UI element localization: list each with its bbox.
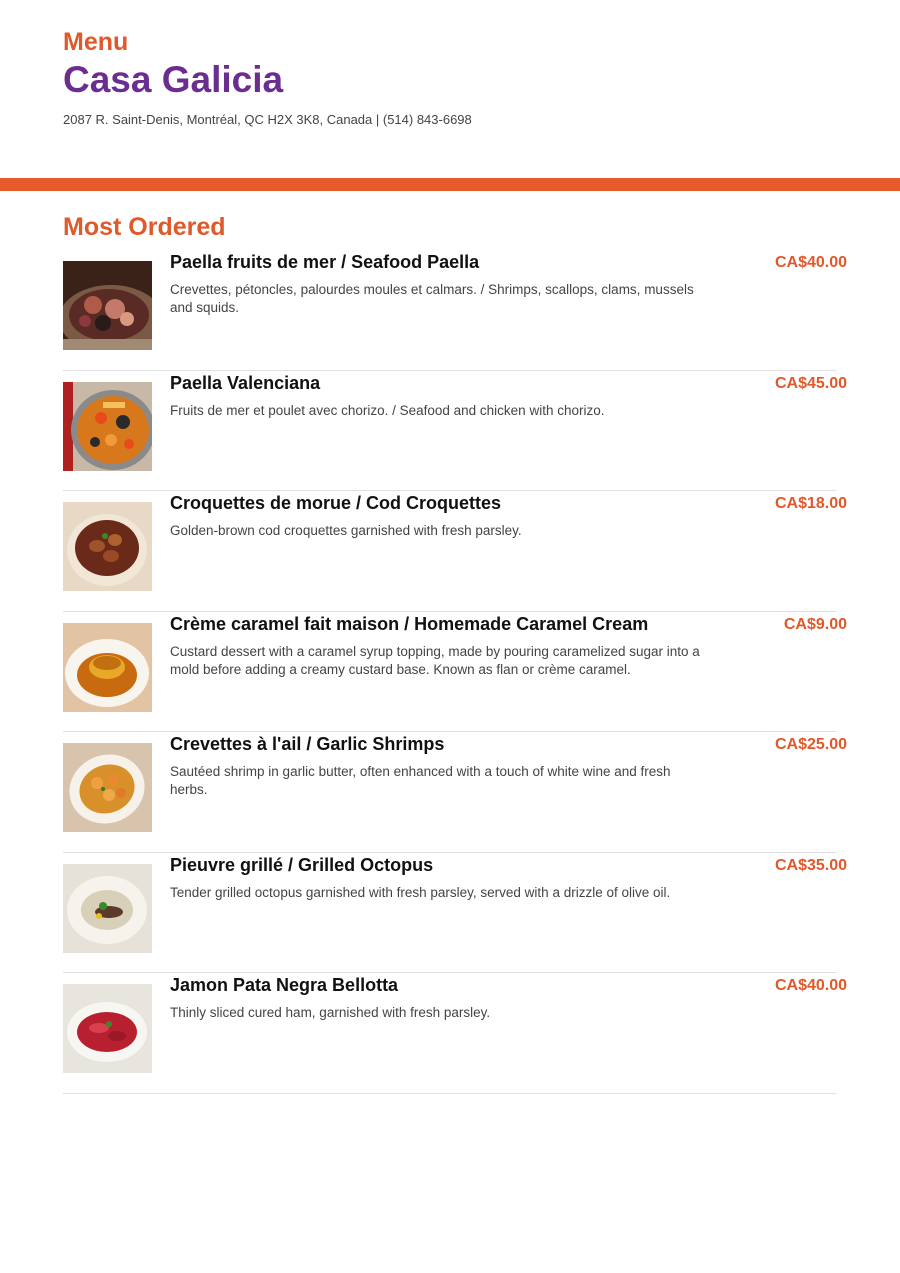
item-name: Crevettes à l'ail / Garlic Shrimps [170,734,445,754]
menu-header: Menu Casa Galicia 2087 R. Saint-Denis, M… [0,0,900,150]
item-name: Jamon Pata Negra Bellotta [170,975,399,995]
item-description: Custard dessert with a caramel syrup top… [170,643,700,677]
item-description: Fruits de mer et poulet avec chorizo. / … [170,402,605,418]
creme-caramel-photo[interactable] [63,622,152,712]
menu-item[interactable]: Crème caramel fait maison / Homemade Car… [63,612,847,732]
jamon-photo[interactable] [63,984,152,1073]
menu-item[interactable]: Pieuvre grillé / Grilled Octopus Tender … [63,853,847,973]
menu-item[interactable]: Jamon Pata Negra Bellotta Thinly sliced … [63,973,847,1094]
garlic-shrimps-photo[interactable] [63,743,152,832]
menu-items-list: Paella fruits de mer / Seafood Paella Cr… [63,250,847,1094]
item-description: Crevettes, pétoncles, palourdes moules e… [170,282,694,315]
grilled-octopus-photo[interactable] [63,863,152,953]
item-price: CA$45.00 [774,374,847,392]
item-name: Croquettes de morue / Cod Croquettes [170,493,502,513]
item-name: Paella fruits de mer / Seafood Paella [170,252,480,272]
item-price: CA$25.00 [774,736,847,753]
cod-croquettes-photo[interactable] [63,502,152,591]
item-price: CA$35.00 [774,856,847,874]
item-description: Thinly sliced cured ham, garnished with … [170,1005,491,1020]
menu-item[interactable]: Crevettes à l'ail / Garlic Shrimps Sauté… [63,732,847,853]
section-title: Most Ordered [63,213,226,241]
accent-divider-band [0,178,900,191]
item-description: Tender grilled octopus garnished with fr… [170,884,671,900]
item-name: Crème caramel fait maison / Homemade Car… [170,613,649,634]
menu-label: Menu [63,28,129,56]
paella-valenciana-photo[interactable] [63,381,152,471]
restaurant-name: Casa Galicia [63,59,284,100]
menu-item[interactable]: Croquettes de morue / Cod Croquettes Gol… [63,491,847,612]
menu-item[interactable]: Paella Valenciana Fruits de mer et poule… [63,371,847,491]
item-description: Sautéed shrimp in garlic butter, often e… [170,764,671,797]
item-name: Pieuvre grillé / Grilled Octopus [170,854,434,875]
menu-item[interactable]: Paella fruits de mer / Seafood Paella Cr… [63,250,847,371]
seafood-paella-photo[interactable] [63,261,152,350]
restaurant-address: 2087 R. Saint-Denis, Montréal, QC H2X 3K… [63,112,472,127]
item-price: CA$40.00 [774,254,847,271]
item-price: CA$18.00 [774,495,847,512]
item-description: Golden-brown cod croquettes garnished wi… [170,523,522,538]
item-name: Paella Valenciana [170,372,321,393]
item-price: CA$9.00 [783,615,847,633]
item-price: CA$40.00 [774,977,847,994]
